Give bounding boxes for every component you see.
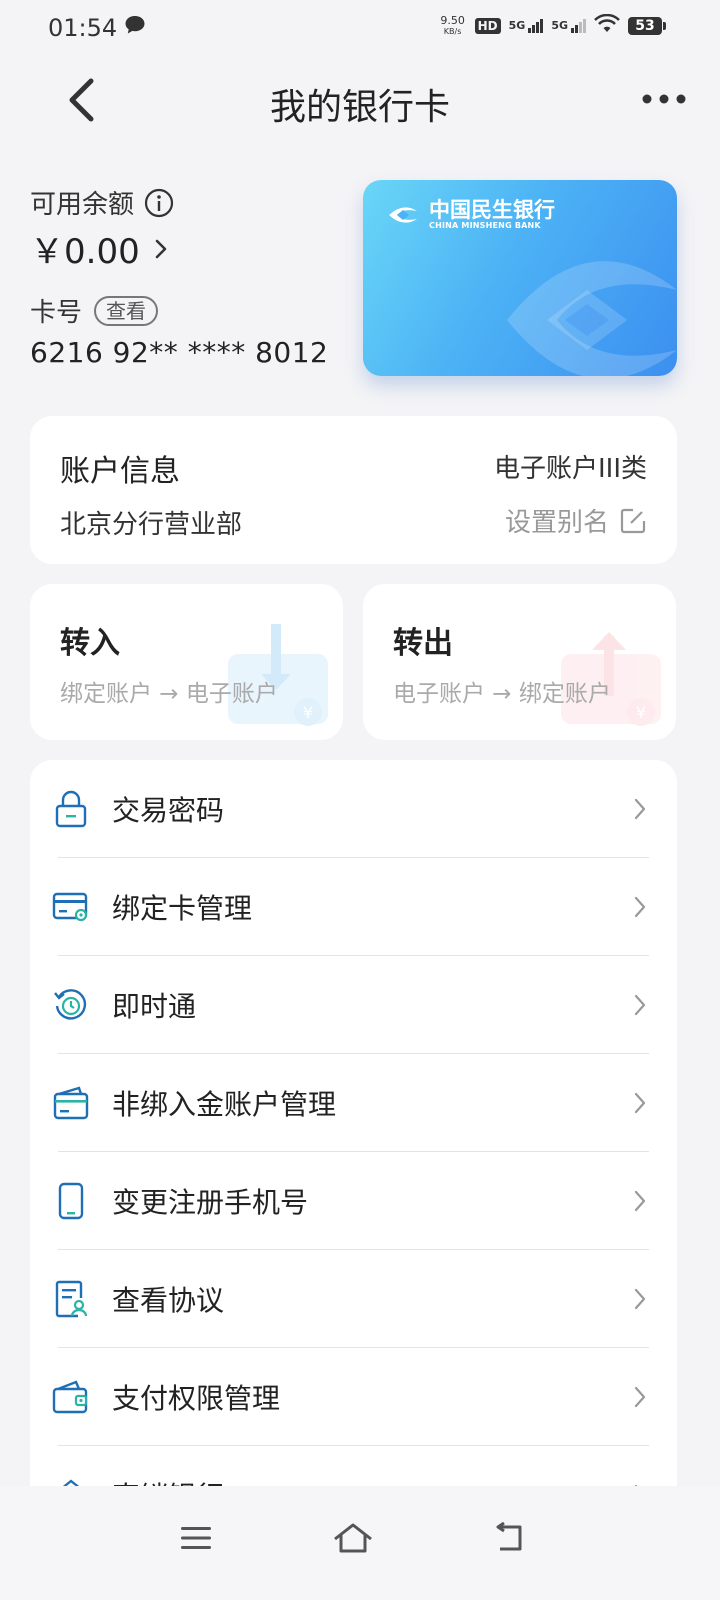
wallet-icon [52,1378,90,1416]
transfer-out-desc: 电子账户 → 绑定账户 [393,681,611,707]
chevron-right-icon [634,798,646,820]
home-outline-icon [334,1523,372,1553]
page-title: 我的银行卡 [269,87,450,128]
edit-icon [620,508,646,533]
menu-lines-icon [181,1527,211,1549]
hd-badge: HD [474,18,501,34]
minsheng-logo-icon [389,207,417,223]
signal-sim1-icon: 5G [509,19,544,33]
menu-item-label: 绑定卡管理 [112,892,253,925]
nav-header: 我的银行卡 [0,56,720,144]
bank-name: 中国民生银行 [429,198,555,222]
system-nav-bar [0,1486,720,1600]
balance-label: 可用余额 [30,190,135,220]
net-speed-unit: KB/s [443,27,462,36]
card-icon [52,1084,90,1122]
menu-item-label: 非绑入金账户管理 [112,1088,337,1121]
message-icon [124,15,146,39]
menu-item-label: 支付权限管理 [112,1382,281,1415]
status-bar: 01:54 9.50 KB/s HD 5G 5G 53 [0,0,720,56]
chevron-right-icon [634,896,646,918]
chevron-right-icon [634,1386,646,1408]
status-time: 01:54 [48,14,118,42]
chevron-right-icon [634,1190,646,1212]
bank-logo: 中国民生银行 CHINA MINSHENG BANK [383,200,555,230]
account-branch: 北京分行营业部 [60,510,243,540]
account-type: 电子账户III类 [493,454,647,484]
menu-item-label: 查看协议 [112,1284,225,1317]
wifi-icon [594,13,620,38]
status-indicators: 9.50 KB/s HD 5G 5G 53 [439,13,666,38]
chevron-right-icon [634,994,646,1016]
lock-icon [52,790,90,828]
account-info-title: 账户信息 [60,454,180,489]
chevron-right-icon [634,1092,646,1114]
nav-home-button[interactable] [323,1508,383,1568]
menu-item-unbound-account[interactable]: 非绑入金账户管理 [30,1054,677,1152]
screen: 01:54 9.50 KB/s HD 5G 5G 53 我的银行卡 可用余额 ￥… [0,0,720,1600]
back-return-icon [496,1522,522,1551]
menu-item-change-phone[interactable]: 变更注册手机号 [30,1152,677,1250]
transfer-out-title: 转出 [393,626,453,661]
menu-item-payment-permission[interactable]: 支付权限管理 [30,1348,677,1446]
transfer-in-desc: 绑定账户 → 电子账户 [60,681,278,707]
nav-back-button[interactable] [480,1508,540,1568]
set-alias-label: 设置别名 [504,508,609,538]
bank-watermark-logo-icon [507,261,677,376]
sim2-label: 5G [551,19,568,32]
chevron-right-icon [155,239,166,258]
account-info-card: 账户信息 电子账户III类 北京分行营业部 设置别名 [30,416,677,564]
view-card-number-button[interactable]: 查看 [94,295,159,326]
more-button[interactable] [638,84,690,114]
chevron-right-icon [634,1288,646,1310]
bank-name-en: CHINA MINSHENG BANK [429,221,541,230]
menu-item-bound-card[interactable]: 绑定卡管理 [30,858,677,956]
menu-item-label: 即时通 [112,990,197,1023]
menu-item-label: 变更注册手机号 [112,1186,309,1219]
phone-icon [52,1182,90,1220]
menu-item-trade-password[interactable]: 交易密码 [30,760,677,858]
settings-menu: 交易密码 绑定卡管理 即时通 非绑入金账户管理 变更注册手机号 查看协议 支付权… [30,760,677,1500]
signal-sim2-icon: 5G [551,19,586,33]
nav-menu-button[interactable] [166,1508,226,1568]
balance-label-row: 可用余额 [30,184,174,221]
sim1-label: 5G [508,19,526,32]
menu-item-label: 交易密码 [112,794,225,827]
net-speed-value: 9.50 [440,14,465,27]
battery-icon: 53 [628,17,666,35]
more-dots-icon [642,94,686,104]
balance-value-row[interactable]: ￥0.00 [30,224,168,273]
bank-card-image[interactable]: 中国民生银行 CHINA MINSHENG BANK [363,180,677,376]
transfer-in-title: 转入 [60,626,120,661]
net-speed: 9.50 KB/s [439,15,467,37]
document-user-icon [52,1280,90,1318]
card-number: 6216 92** **** 8012 [30,336,329,369]
menu-item-instant[interactable]: 即时通 [30,956,677,1054]
clock-refresh-icon [52,986,90,1024]
balance-value: ￥0.00 [30,232,140,272]
transfer-in-card[interactable]: ¥ 转入 绑定账户 → 电子账户 [30,584,343,740]
svg-text:¥: ¥ [636,703,646,722]
card-number-label-row: 卡号 查看 [30,292,159,329]
card-number-label: 卡号 [30,298,83,328]
menu-item-agreements[interactable]: 查看协议 [30,1250,677,1348]
set-alias-button[interactable]: 设置别名 [505,502,647,539]
transfer-out-card[interactable]: ¥ 转出 电子账户 → 绑定账户 [363,584,676,740]
info-icon[interactable] [144,188,174,218]
svg-text:¥: ¥ [303,703,313,722]
card-settings-icon [52,888,90,926]
